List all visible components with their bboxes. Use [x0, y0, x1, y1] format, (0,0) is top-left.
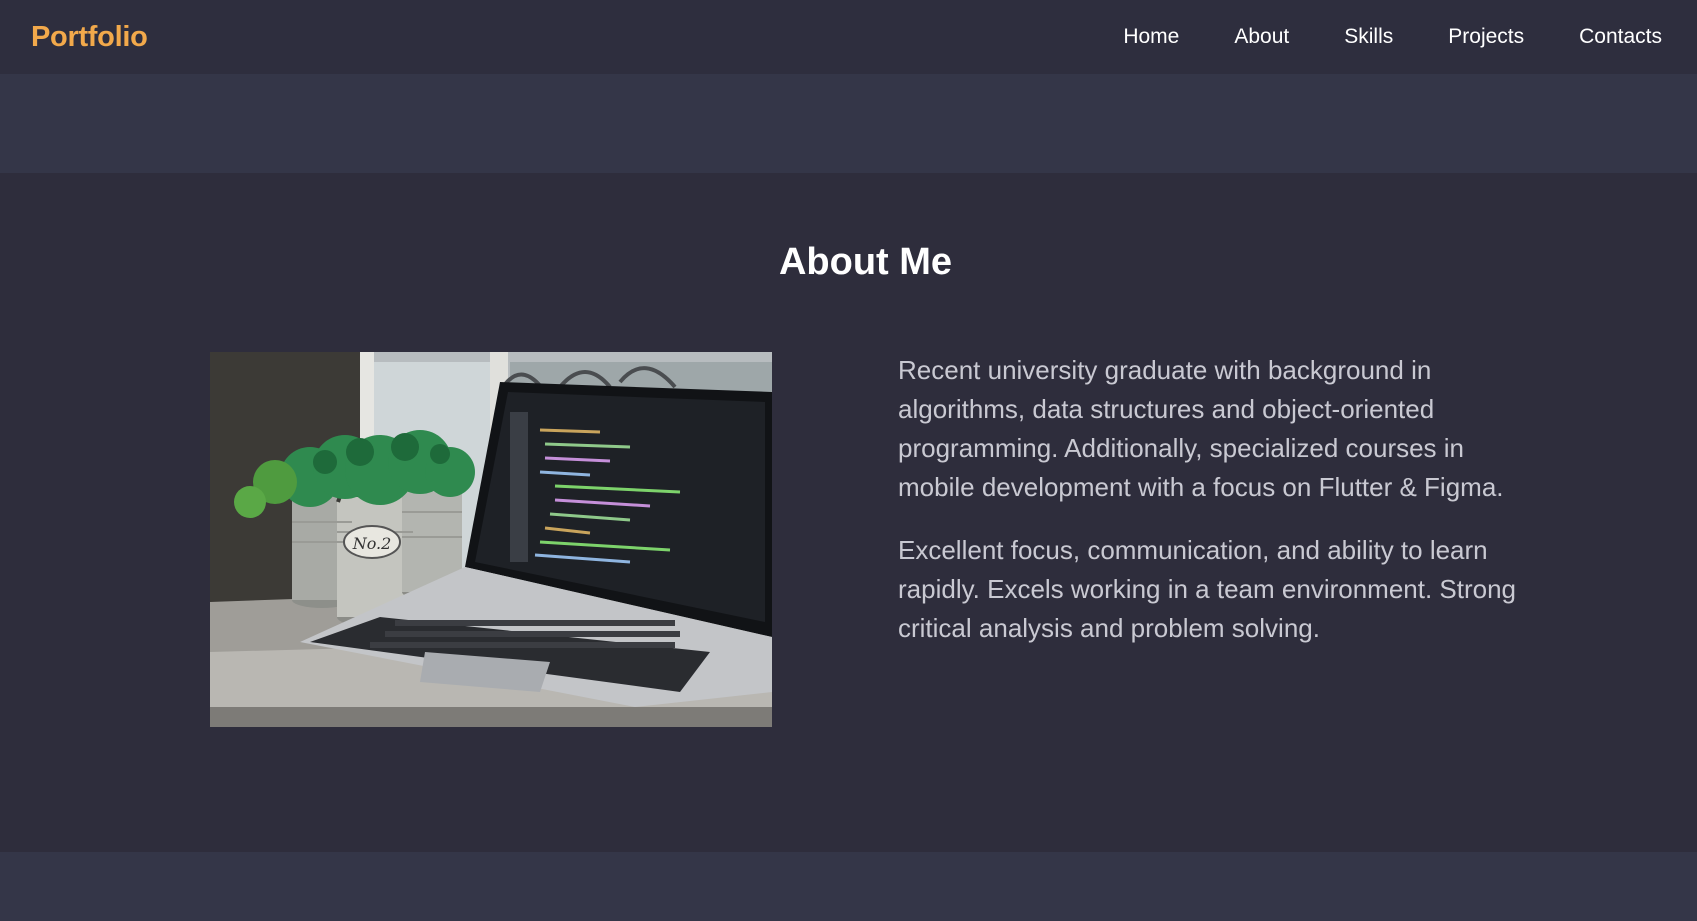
- nav-link-skills[interactable]: Skills: [1344, 25, 1393, 49]
- about-photo: No.2: [210, 352, 772, 727]
- brand-logo[interactable]: Portfolio: [31, 21, 148, 54]
- about-paragraph-2: Excellent focus, communication, and abil…: [898, 535, 1517, 643]
- about-section: About Me No.2 Recent university graduate…: [0, 173, 1697, 852]
- nav-link-contacts[interactable]: Contacts: [1579, 25, 1662, 49]
- bottom-band: [0, 852, 1697, 921]
- top-band: [0, 74, 1697, 173]
- pot-label: No.2: [352, 534, 392, 553]
- nav-link-projects[interactable]: Projects: [1448, 25, 1524, 49]
- about-paragraph-1: Recent university graduate with backgrou…: [898, 355, 1504, 502]
- about-title: About Me: [778, 241, 953, 283]
- nav-link-home[interactable]: Home: [1123, 25, 1179, 49]
- nav-link-about[interactable]: About: [1234, 25, 1289, 49]
- about-text: Recent university graduate with backgrou…: [898, 351, 1528, 672]
- nav-links: Home About Skills Projects Contacts: [1068, 25, 1662, 49]
- navbar: Portfolio Home About Skills Projects Con…: [0, 0, 1697, 74]
